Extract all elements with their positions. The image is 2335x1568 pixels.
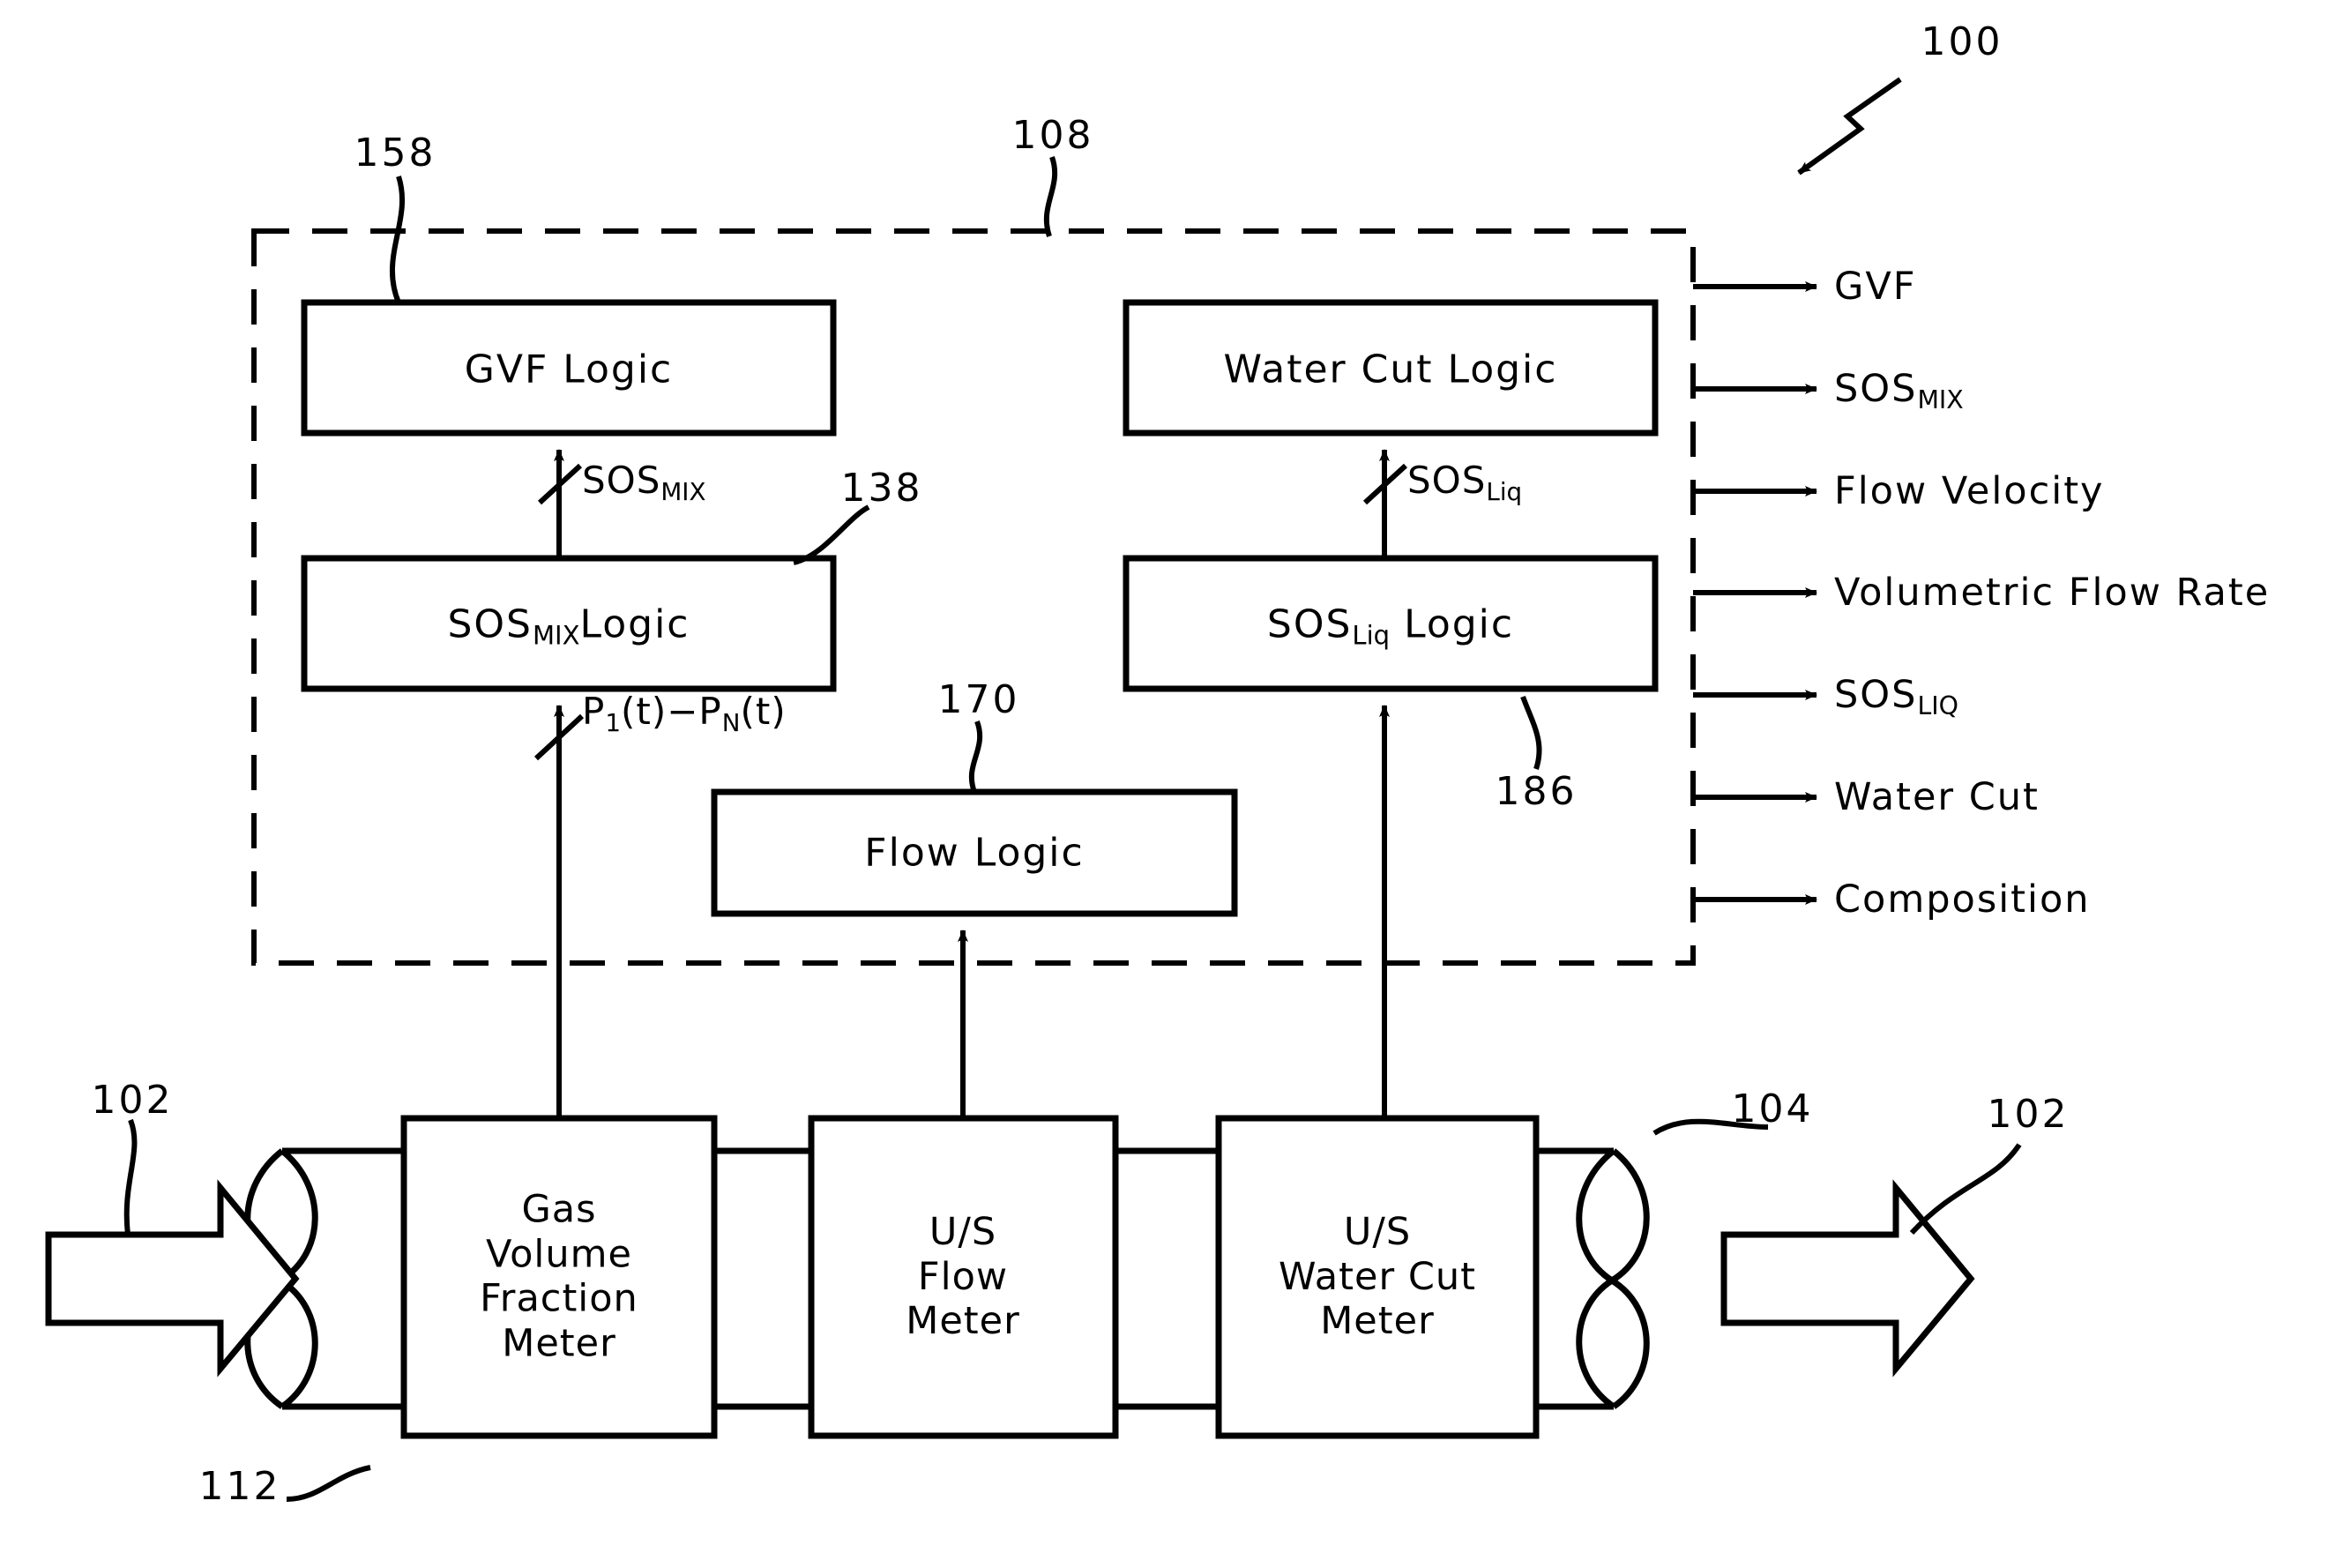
ref-108: 108 [1011,113,1094,158]
output-label-composition: Composition [1834,877,2091,922]
gvf-logic-label: GVF Logic [464,347,674,392]
water-cut-logic-label: Water Cut Logic [1223,347,1558,392]
signal-label-sos-mix: SOSMIX [582,459,705,506]
ref-102-inlet: 102 [91,1078,174,1123]
gvf-meter-line-1: Gas [521,1187,597,1232]
output-label-gvf-text: GVF [1834,265,1917,309]
leader-138 [793,504,870,565]
output-label-volumetric-flow-rate: Volumetric Flow Rate [1834,571,2270,615]
output-arrows [1693,281,1817,905]
sos-mix-logic-label-main: SOS [447,601,533,647]
sos-liq-logic-label-tail: Logic [1390,601,1515,647]
inlet-flow-arrow [45,1179,300,1378]
us-water-cut-meter-label: U/S Water Cut Meter [1279,1210,1476,1344]
ref-102-outlet: 102 [1987,1092,2070,1137]
leader-102-outlet [1909,1143,2022,1236]
leader-186 [1520,695,1542,770]
leader-102-inlet [123,1118,138,1236]
signal-label-sos-liq-main: SOS [1407,459,1487,502]
sos-mix-logic-label-sub: MIX [532,620,580,651]
ref-100: 100 [1921,19,2003,64]
output-label-composition-text: Composition [1834,877,2091,922]
output-label-sos-liq: SOSLIQ [1834,673,1958,721]
output-label-flow-velocity-text: Flow Velocity [1834,469,2105,513]
signal-label-sos-mix-sub: MIX [660,476,706,506]
us-water-cut-meter-line-1: U/S [1343,1209,1412,1254]
sos-liq-logic-label-main: SOS [1266,601,1353,647]
signal-label-mid: (t)−P [620,690,722,733]
leader-112 [286,1465,371,1502]
us-flow-meter-line-3: Meter [906,1299,1020,1344]
sos-mix-logic-label: SOSMIXLogic [447,601,690,650]
us-flow-meter-line-2: Flow [917,1254,1009,1299]
flow-logic-label: Flow Logic [864,830,1085,876]
ref-186: 186 [1495,769,1578,814]
sos-liq-logic-label: SOSLiq Logic [1267,601,1514,650]
gas-volume-fraction-meter-label: Gas Volume Fraction Meter [480,1188,638,1367]
ref-158: 158 [354,131,436,175]
output-label-sos-liq-text: SOS [1834,673,1918,717]
signal-label-p1: P [582,690,606,733]
leader-158 [389,175,405,304]
ref-138: 138 [840,466,923,511]
patent-figure-canvas: 100 158 108 138 170 186 102 104 102 112 … [0,0,2335,1568]
ref-170: 170 [937,677,1020,722]
us-flow-meter-line-1: U/S [929,1209,997,1254]
ref-112: 112 [198,1464,281,1509]
gvf-meter-line-2: Volume [486,1232,632,1277]
sos-mix-logic-label-tail: Logic [579,601,690,647]
gvf-meter-line-4: Meter [502,1321,616,1366]
leader-170 [968,720,983,794]
us-water-cut-meter-line-3: Meter [1320,1299,1435,1344]
signal-label-sos-mix-main: SOS [582,459,661,502]
us-flow-meter-label: U/S Flow Meter [906,1210,1020,1344]
gvf-meter-line-3: Fraction [480,1277,638,1321]
signal-label-tail: (t) [740,690,787,733]
signal-label-pressures: P1(t)−PN(t) [582,690,787,737]
output-label-sos-liq-sub: LIQ [1917,691,1958,721]
output-label-flow-velocity: Flow Velocity [1834,469,2105,513]
output-label-water-cut-text: Water Cut [1834,775,2040,819]
sos-liq-logic-label-sub: Liq [1352,620,1391,651]
signal-label-p1-sub: 1 [605,707,621,737]
ref-104: 104 [1731,1086,1814,1131]
output-label-sos-mix-text: SOS [1834,367,1918,411]
signal-label-sos-liq: SOSLiq [1407,459,1522,506]
us-water-cut-meter-line-2: Water Cut [1279,1254,1476,1299]
signal-label-pn-sub: N [721,707,741,737]
output-label-sos-mix: SOSMIX [1834,367,1964,414]
output-label-gvf: GVF [1834,265,1916,309]
leader-108 [1043,156,1058,237]
leader-100 [1797,77,1902,175]
output-label-sos-mix-sub: MIX [1917,385,1964,414]
output-label-water-cut: Water Cut [1834,775,2040,819]
output-label-volumetric-flow-rate-text: Volumetric Flow Rate [1834,571,2271,615]
signal-label-sos-liq-sub: Liq [1486,476,1523,506]
